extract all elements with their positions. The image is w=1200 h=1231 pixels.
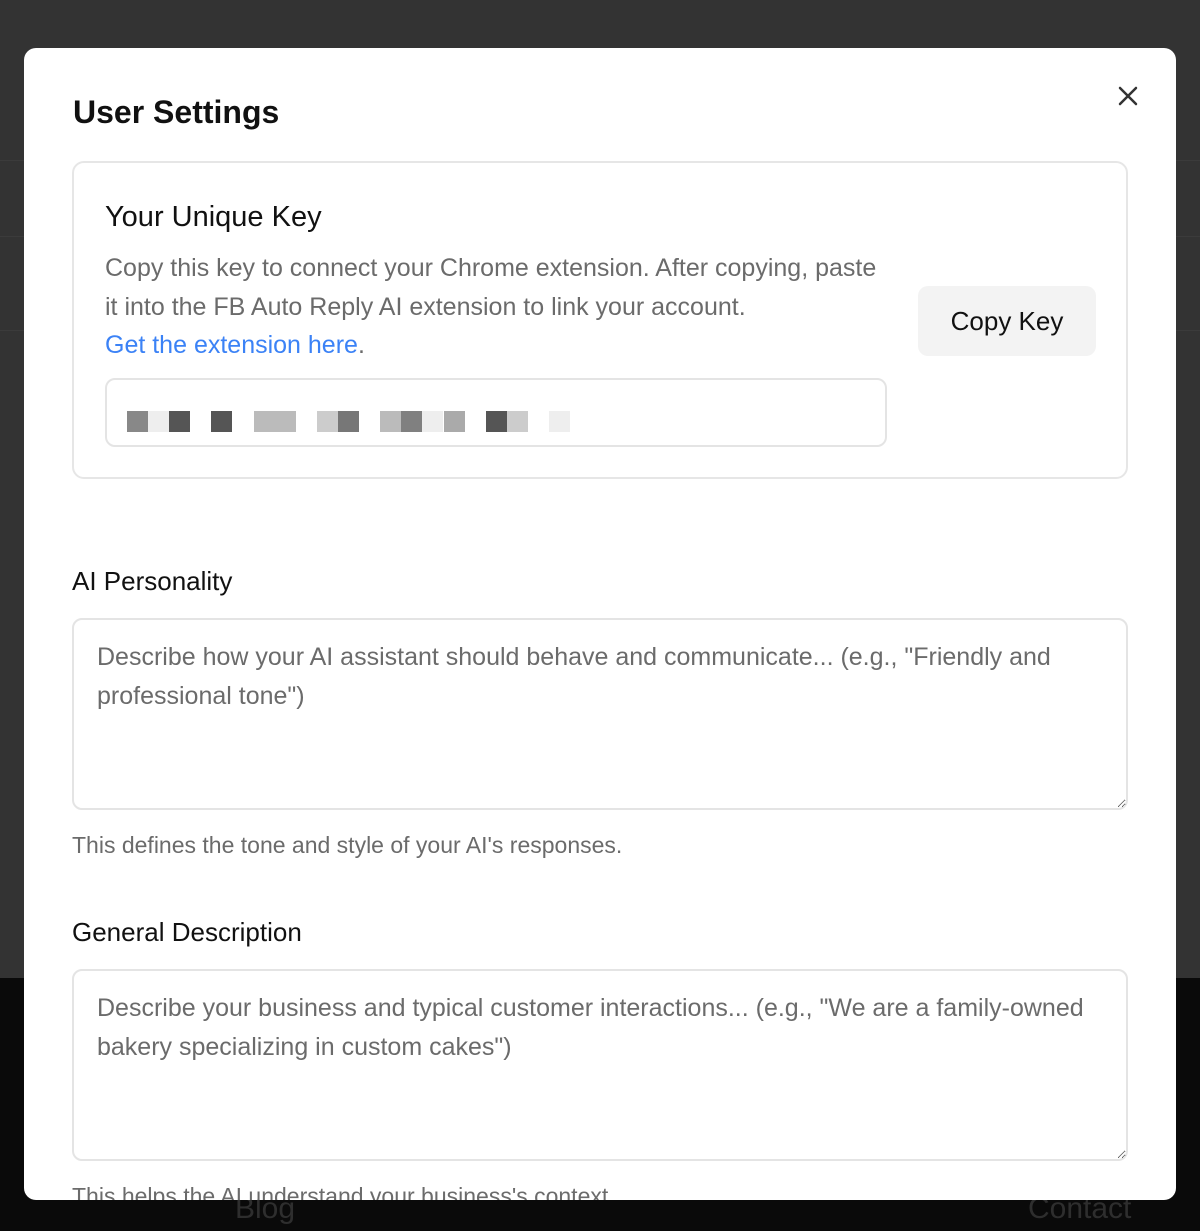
- masked-key-block: [316, 411, 338, 432]
- close-icon[interactable]: [1114, 82, 1142, 110]
- unique-key-description: Copy this key to connect your Chrome ext…: [105, 254, 877, 359]
- masked-key-field: [105, 378, 887, 447]
- masked-key-block: [127, 411, 148, 432]
- masked-key-block: [380, 411, 402, 432]
- masked-key-block: [485, 411, 507, 432]
- copy-key-button[interactable]: Copy Key: [918, 286, 1096, 356]
- masked-key-block: [549, 411, 570, 432]
- general-description-help: This helps the AI understand your busine…: [72, 1183, 615, 1200]
- ai-personality-input[interactable]: [72, 618, 1128, 810]
- unique-key-card: Your Unique Key Copy this key to connect…: [72, 161, 1128, 479]
- masked-key-block: [148, 411, 170, 432]
- user-settings-modal: User Settings Your Unique Key Copy this …: [24, 48, 1176, 1200]
- masked-key-block: [211, 411, 233, 432]
- masked-key-block: [253, 411, 275, 432]
- masked-key-block: [401, 411, 423, 432]
- get-extension-link[interactable]: Get the extension here: [105, 331, 358, 359]
- masked-key-block: [169, 411, 191, 432]
- masked-key-block: [422, 411, 444, 432]
- general-description-label: General Description: [72, 917, 302, 947]
- masked-key-block: [338, 411, 359, 432]
- ai-personality-label: AI Personality: [72, 566, 233, 596]
- ai-personality-help: This defines the tone and style of your …: [72, 832, 623, 858]
- modal-title: User Settings: [73, 94, 280, 130]
- masked-key-block: [506, 411, 528, 432]
- general-description-input[interactable]: [72, 969, 1128, 1161]
- masked-key-block: [274, 411, 296, 432]
- masked-key-block: [443, 411, 465, 432]
- unique-key-heading: Your Unique Key: [105, 201, 322, 233]
